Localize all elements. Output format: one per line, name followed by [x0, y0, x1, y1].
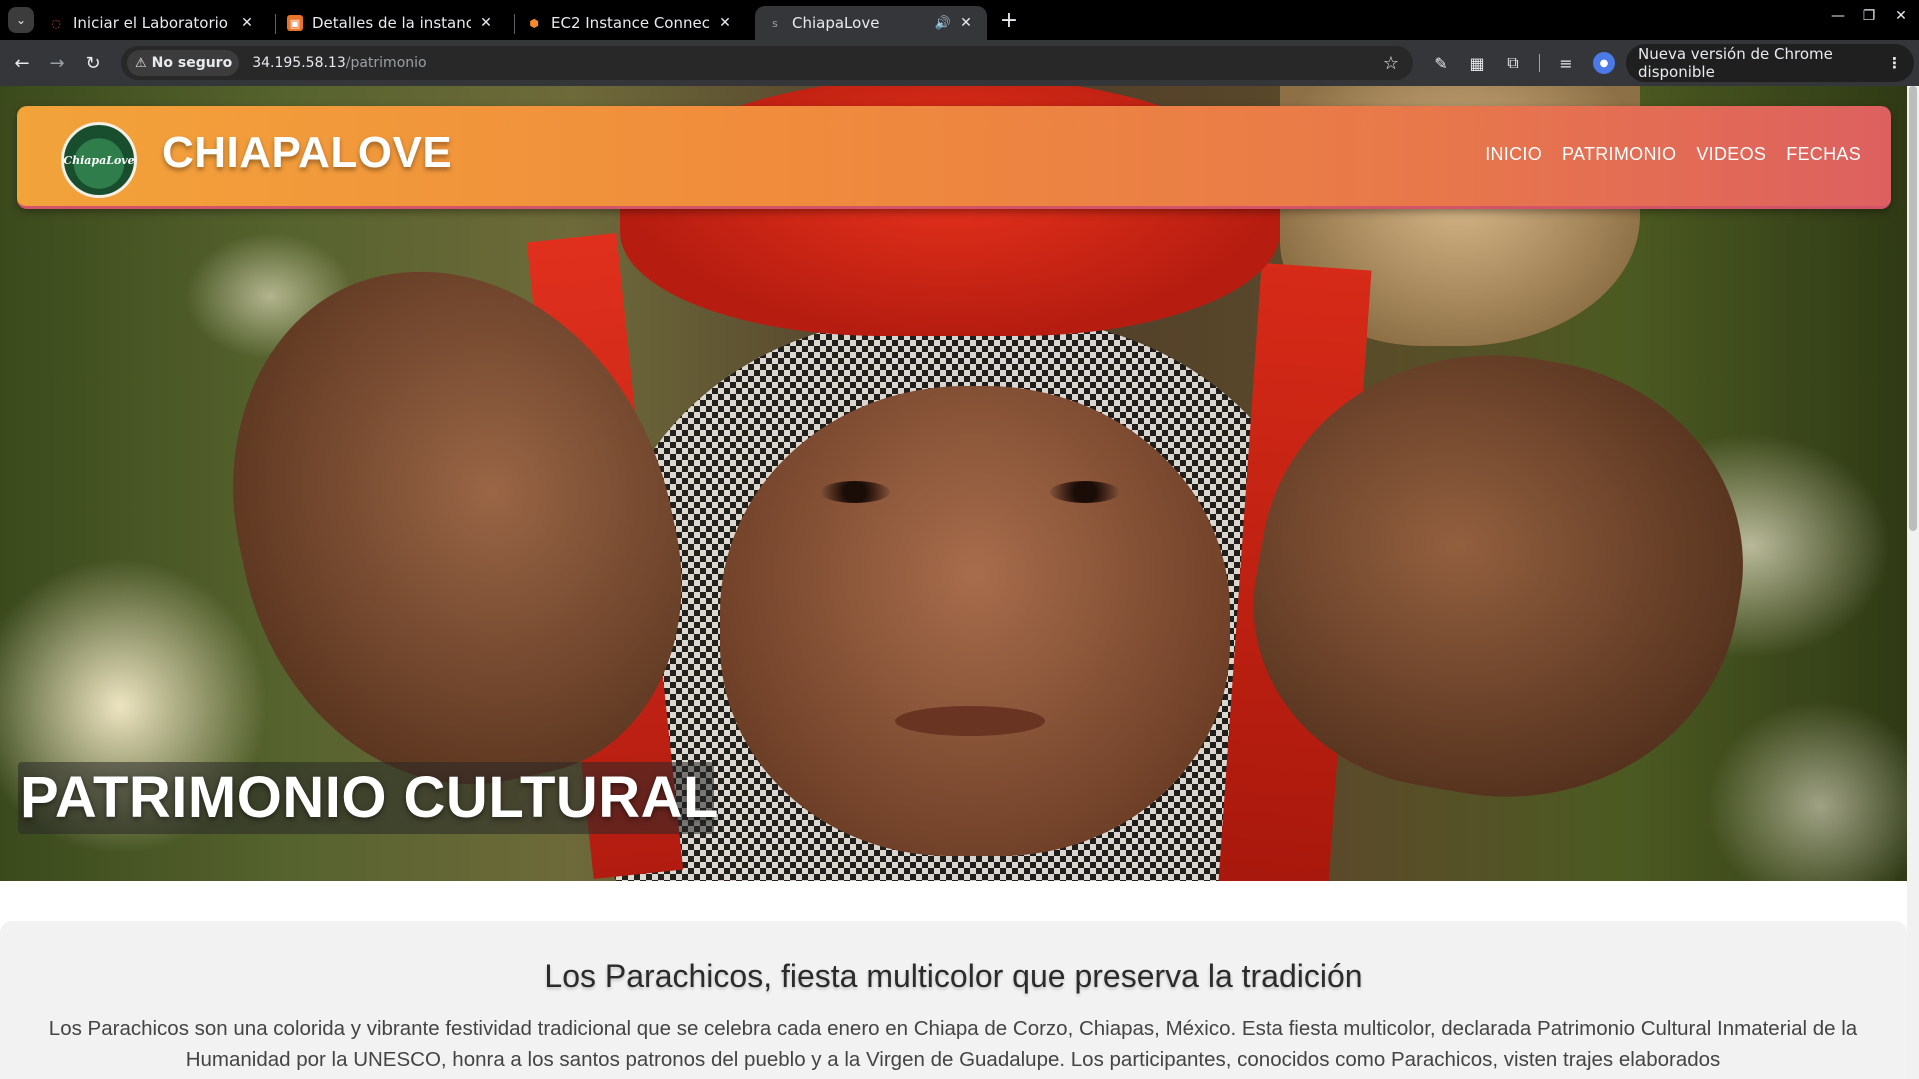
media-queue-icon[interactable]: ≡ — [1555, 52, 1577, 74]
web-page: PATRIMONIO CULTURAL ChiapaLove CHIAPALOV… — [0, 86, 1919, 1079]
forward-button[interactable]: → — [45, 51, 69, 75]
tab-title: Iniciar el Laboratorio de — [73, 14, 232, 32]
nav-videos[interactable]: VIDEOS — [1696, 144, 1766, 165]
site-brand[interactable]: CHIAPALOVE — [162, 128, 452, 178]
browser-toolbar: ← → ↻ ⚠ No seguro 34.195.58.13/patrimoni… — [0, 40, 1919, 86]
update-label: Nueva versión de Chrome disponible — [1638, 45, 1833, 81]
tab-title: ChiapaLove — [792, 14, 880, 32]
bookmark-star-icon[interactable]: ☆ — [1383, 53, 1399, 74]
extension-grid-icon[interactable]: ▦ — [1466, 52, 1488, 74]
logo-text: ChiapaLove — [63, 153, 135, 167]
url-host: 34.195.58.13 — [252, 55, 346, 71]
minimize-icon[interactable]: — — [1826, 8, 1850, 24]
site-header: ChiapaLove CHIAPALOVE INICIO PATRIMONIO … — [17, 106, 1891, 209]
extensions-puzzle-icon[interactable]: ⧉ — [1502, 52, 1524, 74]
tab-search-button[interactable]: ⌄ — [8, 7, 34, 33]
article-body: Los Parachicos son una colorida y vibran… — [48, 1017, 1858, 1071]
page-favicon: ꜱ — [772, 16, 778, 30]
new-tab-button[interactable]: + — [997, 8, 1021, 33]
tab-title: EC2 Instance Connect | u — [551, 14, 710, 32]
url-path: /patrimonio — [345, 55, 427, 71]
article-heading: Los Parachicos, fiesta multicolor que pr… — [544, 958, 1363, 994]
nav-inicio[interactable]: INICIO — [1485, 144, 1542, 165]
close-icon[interactable]: ✕ — [238, 15, 256, 31]
article-card: Los Parachicos, fiesta multicolor que pr… — [0, 921, 1907, 1079]
main-nav: INICIO PATRIMONIO VIDEOS FECHAS — [1485, 144, 1861, 165]
tab-lab[interactable]: ◌ Iniciar el Laboratorio de ✕ — [36, 6, 268, 40]
site-logo[interactable]: ChiapaLove — [61, 122, 137, 198]
close-icon[interactable]: ✕ — [957, 15, 975, 31]
back-button[interactable]: ← — [10, 51, 34, 75]
nav-patrimonio[interactable]: PATRIMONIO — [1562, 144, 1676, 165]
tab-ec2-connect[interactable]: ⬢ EC2 Instance Connect | u ✕ — [514, 6, 746, 40]
loading-ring-icon: ◌ — [51, 16, 61, 30]
speaker-icon[interactable]: 🔊 — [935, 16, 951, 31]
nav-fechas[interactable]: FECHAS — [1786, 144, 1861, 165]
warning-icon: ⚠ — [135, 55, 147, 71]
profile-avatar-icon[interactable]: ● — [1593, 52, 1615, 74]
chrome-update-button[interactable]: Nueva versión de Chrome disponible ⋮ — [1626, 44, 1914, 82]
eyedropper-icon[interactable]: ✎ — [1430, 52, 1452, 74]
address-bar[interactable]: ⚠ No seguro 34.195.58.13/patrimonio ☆ — [121, 46, 1413, 80]
browser-tab-strip: ⌄ ◌ Iniciar el Laboratorio de ✕ ▣ Detall… — [0, 0, 1919, 40]
window-close-icon[interactable]: ✕ — [1889, 8, 1913, 24]
tab-instance-details[interactable]: ▣ Detalles de la instancia | ✕ — [275, 6, 507, 40]
aws-hexagon-icon: ⬢ — [529, 16, 539, 30]
security-chip[interactable]: ⚠ No seguro — [127, 50, 240, 76]
security-label: No seguro — [151, 55, 233, 71]
aws-console-icon: ▣ — [287, 15, 303, 31]
more-menu-icon[interactable]: ⋮ — [1887, 54, 1902, 72]
tab-chiapalove[interactable]: ꜱ ChiapaLove 🔊 ✕ — [755, 6, 987, 40]
restore-icon[interactable]: ❐ — [1857, 8, 1881, 24]
tab-title: Detalles de la instancia | — [312, 14, 471, 32]
hero-title: PATRIMONIO CULTURAL — [20, 765, 719, 830]
page-scrollbar[interactable] — [1907, 86, 1919, 1079]
close-icon[interactable]: ✕ — [477, 15, 495, 31]
toolbar-divider — [1539, 54, 1540, 72]
close-icon[interactable]: ✕ — [716, 15, 734, 31]
scrollbar-thumb[interactable] — [1909, 86, 1917, 531]
reload-button[interactable]: ↻ — [81, 51, 105, 75]
